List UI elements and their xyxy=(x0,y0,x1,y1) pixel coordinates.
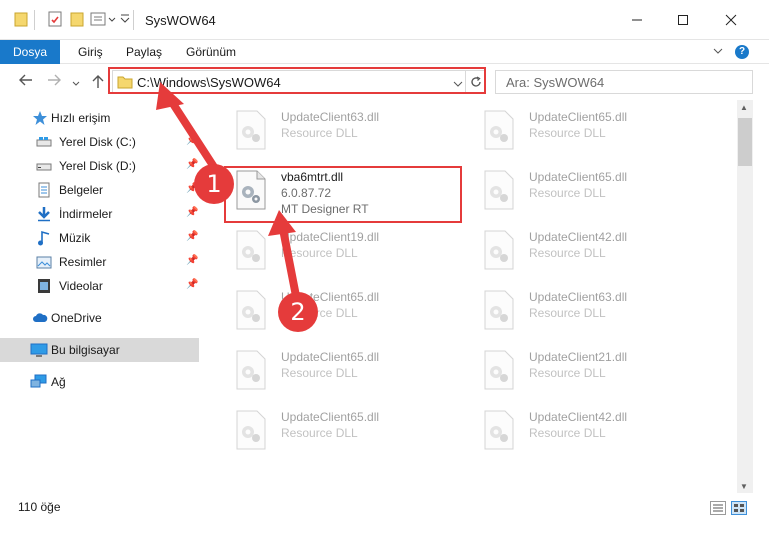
forward-arrow-icon[interactable] xyxy=(46,73,62,90)
file-tile[interactable]: UpdateClient65.dll Resource DLL xyxy=(211,342,451,396)
tab-share[interactable]: Paylaş xyxy=(126,40,162,64)
dll-file-icon xyxy=(484,290,514,330)
pin-icon[interactable]: 📌 xyxy=(186,159,198,170)
scroll-up-icon[interactable]: ▲ xyxy=(740,103,748,112)
dll-file-icon xyxy=(484,170,514,210)
file-tile[interactable]: UpdateClient63.dll Resource DLL xyxy=(211,102,451,156)
dll-file-icon xyxy=(484,110,514,150)
search-input[interactable]: Ara: SysWOW64 xyxy=(495,70,753,94)
file-tile[interactable]: UpdateClient42.dll Resource DLL xyxy=(459,402,699,456)
sidebar-item-disk-d[interactable]: Yerel Disk (D:) 📌 xyxy=(0,154,199,178)
file-tile[interactable]: UpdateClient65.dll Resource DLL xyxy=(459,162,699,216)
customize-toolbar-icon[interactable] xyxy=(90,11,118,30)
close-icon xyxy=(725,14,737,26)
file-highlight-box xyxy=(224,166,462,223)
drive-icon xyxy=(36,134,52,150)
vertical-scrollbar[interactable]: ▲ ▼ xyxy=(737,100,753,493)
ribbon: Dosya Giriş Paylaş Görünüm ? xyxy=(0,40,769,64)
recent-locations-icon[interactable] xyxy=(72,75,80,91)
file-tile[interactable]: UpdateClient63.dll Resource DLL xyxy=(459,282,699,336)
cloud-icon xyxy=(32,310,48,326)
maximize-button[interactable] xyxy=(660,0,706,40)
scroll-down-icon[interactable]: ▼ xyxy=(740,482,748,491)
chevron-down-icon[interactable] xyxy=(120,11,130,30)
drive-icon xyxy=(36,158,52,174)
maximize-icon xyxy=(678,15,688,25)
pictures-icon xyxy=(36,254,52,270)
title-bar: SysWOW64 xyxy=(0,0,769,40)
dll-file-icon xyxy=(484,350,514,390)
sidebar-item-music[interactable]: Müzik 📌 xyxy=(0,226,199,250)
video-icon xyxy=(36,278,52,294)
step-badge-1: 1 xyxy=(194,164,234,204)
navigation-pane: Hızlı erişim Yerel Disk (C:) 📌 Yerel Dis… xyxy=(0,100,203,493)
address-highlight-box xyxy=(108,67,486,94)
file-tile[interactable]: UpdateClient65.dll Resource DLL xyxy=(459,102,699,156)
pin-icon[interactable]: 📌 xyxy=(186,255,198,266)
minimize-icon xyxy=(632,19,642,21)
properties-icon[interactable] xyxy=(47,11,63,30)
computer-icon xyxy=(30,342,48,358)
file-tile[interactable]: UpdateClient42.dll Resource DLL xyxy=(459,222,699,276)
dll-file-icon xyxy=(236,410,266,450)
search-placeholder: Ara: SysWOW64 xyxy=(506,75,605,90)
new-folder-icon[interactable] xyxy=(70,11,84,30)
download-icon xyxy=(36,206,52,222)
help-icon[interactable]: ? xyxy=(735,45,749,59)
up-arrow-icon[interactable] xyxy=(91,73,105,92)
step-badge-2: 2 xyxy=(278,292,318,332)
pin-icon[interactable]: 📌 xyxy=(186,279,198,290)
file-tile[interactable]: UpdateClient21.dll Resource DLL xyxy=(459,342,699,396)
sidebar-item-documents[interactable]: Belgeler 📌 xyxy=(0,178,199,202)
dll-file-icon xyxy=(236,350,266,390)
sidebar-item-onedrive[interactable]: OneDrive xyxy=(0,306,199,330)
dll-file-icon xyxy=(236,230,266,270)
address-row: C:\Windows\SysWOW64 Ara: SysWOW64 xyxy=(0,64,769,100)
tiles-view-icon[interactable] xyxy=(731,501,747,515)
window-title: SysWOW64 xyxy=(145,13,216,28)
sidebar-item-disk-c[interactable]: Yerel Disk (C:) 📌 xyxy=(0,130,199,154)
dll-file-icon xyxy=(484,410,514,450)
pin-icon[interactable]: 📌 xyxy=(186,231,198,242)
sidebar-item-quick-access[interactable]: Hızlı erişim xyxy=(0,106,199,130)
tab-view[interactable]: Görünüm xyxy=(186,40,236,64)
sidebar-item-network[interactable]: Ağ xyxy=(0,370,199,394)
scrollbar-thumb[interactable] xyxy=(738,118,752,166)
title-divider xyxy=(133,10,134,30)
network-icon xyxy=(30,374,47,390)
dll-file-icon xyxy=(236,110,266,150)
expand-ribbon-icon[interactable] xyxy=(712,45,724,60)
qa-divider xyxy=(34,10,35,30)
file-tile[interactable]: UpdateClient65.dll Resource DLL xyxy=(211,402,451,456)
item-count: 110 öğe xyxy=(18,500,61,514)
dll-file-icon xyxy=(236,290,266,330)
details-view-icon[interactable] xyxy=(710,501,726,515)
star-icon xyxy=(32,110,48,126)
sidebar-item-videos[interactable]: Videolar 📌 xyxy=(0,274,199,298)
back-arrow-icon[interactable] xyxy=(18,73,34,90)
tab-home[interactable]: Giriş xyxy=(78,40,103,64)
file-tile[interactable]: UpdateClient19.dll Resource DLL xyxy=(211,222,451,276)
folder-icon xyxy=(14,11,28,30)
file-list: UpdateClient63.dll Resource DLL vba6mtrt… xyxy=(203,100,737,493)
sidebar-item-this-pc[interactable]: Bu bilgisayar xyxy=(0,338,199,362)
pin-icon[interactable]: 📌 xyxy=(186,135,198,146)
tab-file[interactable]: Dosya xyxy=(0,40,60,64)
file-tile[interactable]: UpdateClient65.dll Resource DLL xyxy=(211,282,451,336)
music-icon xyxy=(36,230,52,246)
status-bar: 110 öğe xyxy=(0,493,769,533)
sidebar-item-pictures[interactable]: Resimler 📌 xyxy=(0,250,199,274)
document-icon xyxy=(36,182,52,198)
sidebar-item-downloads[interactable]: İndirmeler 📌 xyxy=(0,202,199,226)
dll-file-icon xyxy=(484,230,514,270)
close-button[interactable] xyxy=(708,0,754,40)
pin-icon[interactable]: 📌 xyxy=(186,207,198,218)
minimize-button[interactable] xyxy=(614,0,660,40)
